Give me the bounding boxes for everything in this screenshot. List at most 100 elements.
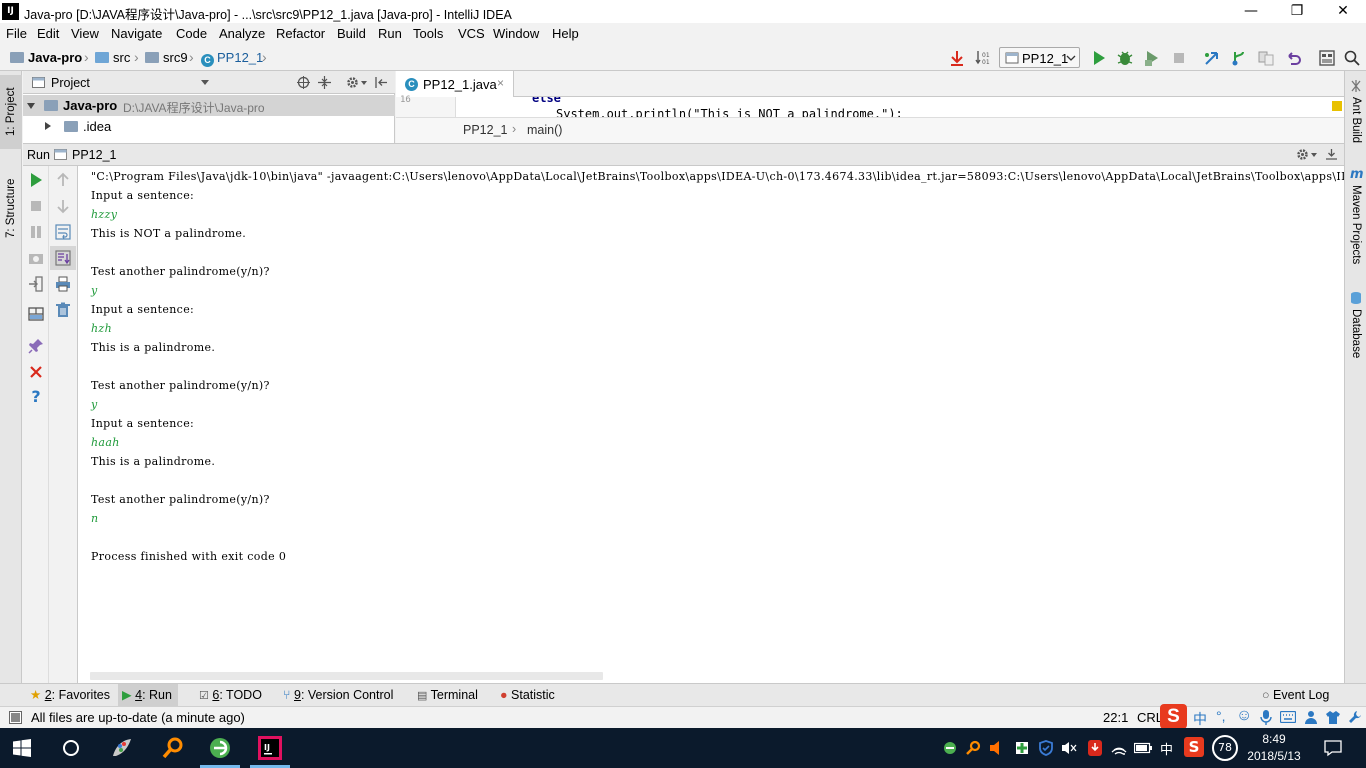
close-icon[interactable] — [28, 364, 44, 380]
vcs-revert-icon[interactable] — [1284, 49, 1302, 67]
warning-marker-icon[interactable] — [1332, 101, 1342, 111]
ime-punctuation-icon[interactable]: °, — [1216, 708, 1226, 724]
tray-battery-percent[interactable]: 78 — [1212, 735, 1238, 761]
code-crumb-class[interactable]: PP12_1 — [463, 123, 507, 137]
menu-help[interactable]: Help — [552, 26, 579, 41]
menu-view[interactable]: View — [71, 26, 99, 41]
paint-app-icon[interactable] — [110, 736, 134, 760]
browser-360-icon[interactable] — [208, 736, 232, 760]
login-icon[interactable] — [28, 276, 44, 292]
tab-maven-projects[interactable]: Maven Projects — [1345, 185, 1366, 275]
breadcrumb-file[interactable]: C PP12_1 — [201, 50, 263, 67]
keyboard-icon[interactable] — [1280, 711, 1296, 723]
close-button[interactable]: ✕ — [1320, 0, 1366, 23]
pause-icon[interactable] — [28, 224, 44, 240]
breadcrumb-src[interactable]: src — [95, 50, 130, 65]
console-output[interactable]: "C:\Program Files\Java\jdk-10\bin\java" … — [78, 166, 1344, 683]
menu-window[interactable]: Window — [493, 26, 539, 41]
help-icon[interactable]: ? — [28, 389, 44, 405]
download-arrow-icon[interactable] — [948, 49, 966, 67]
print-icon[interactable] — [55, 276, 71, 292]
run-panel-config[interactable]: PP12_1 — [72, 148, 116, 162]
stop-icon[interactable] — [28, 198, 44, 214]
tab-database[interactable]: Database — [1345, 309, 1366, 369]
tab-version-control[interactable]: ⑂ 9: Version Control — [279, 684, 399, 707]
locate-icon[interactable] — [297, 76, 310, 89]
vcs-commit-icon[interactable] — [1230, 49, 1248, 67]
menu-navigate[interactable]: Navigate — [111, 26, 162, 41]
collapse-all-icon[interactable] — [318, 76, 331, 89]
minimize-button[interactable]: — — [1228, 0, 1274, 23]
project-structure-icon[interactable] — [1318, 49, 1336, 67]
horizontal-scrollbar[interactable] — [90, 672, 603, 680]
debug-icon[interactable] — [1116, 49, 1134, 67]
emoji-icon[interactable]: ☺ — [1236, 707, 1252, 725]
microphone-icon[interactable] — [1260, 710, 1272, 725]
ime-language[interactable]: 中 — [1193, 709, 1207, 729]
breadcrumb-project[interactable]: Java-pro — [10, 50, 82, 65]
menu-analyze[interactable]: Analyze — [219, 26, 265, 41]
tab-structure[interactable]: 7: Structure — [0, 167, 22, 249]
tab-run[interactable]: ▶ 4: Run — [118, 684, 178, 707]
skin-icon[interactable] — [1326, 710, 1340, 724]
tab-terminal[interactable]: ▤ Terminal — [413, 684, 484, 707]
menu-tools[interactable]: Tools — [413, 26, 443, 41]
tray-ime-language[interactable]: 中 — [1160, 739, 1173, 758]
rerun-icon[interactable] — [28, 172, 44, 188]
maximize-button[interactable]: ❐ — [1274, 0, 1320, 23]
tab-ant-build[interactable]: Ant Build — [1345, 97, 1366, 157]
editor-tab-pp12_1[interactable]: C PP12_1.java × — [396, 71, 514, 97]
chevron-right-icon[interactable] — [45, 122, 51, 130]
tray-360-icon[interactable] — [943, 741, 957, 755]
binary-sort-icon[interactable]: 0101 — [975, 49, 993, 67]
tree-row-root[interactable]: Java-pro D:\JAVA程序设计\Java-pro — [23, 95, 395, 116]
menu-edit[interactable]: Edit — [37, 26, 59, 41]
tray-battery-icon[interactable] — [1134, 742, 1152, 754]
user-icon[interactable] — [1304, 710, 1318, 724]
soft-wrap-icon[interactable] — [55, 224, 71, 240]
system-clock[interactable]: 8:49 2018/5/13 — [1243, 731, 1305, 765]
arrow-down-icon[interactable] — [55, 198, 71, 214]
search-icon[interactable] — [1343, 49, 1361, 67]
cortana-icon[interactable] — [61, 738, 81, 758]
tray-app-red-icon[interactable] — [1087, 739, 1103, 757]
layout-icon[interactable] — [28, 306, 44, 322]
scroll-to-end-icon[interactable] — [55, 250, 71, 266]
tab-event-log[interactable]: ○ Event Log — [1258, 684, 1335, 707]
stop-icon[interactable] — [1170, 49, 1188, 67]
run-config-dropdown[interactable]: PP12_1 — [999, 47, 1080, 68]
cursor-position[interactable]: 22:1 — [1103, 710, 1128, 725]
menu-refactor[interactable]: Refactor — [276, 26, 325, 41]
tray-security-icon[interactable] — [1038, 740, 1054, 756]
pin-icon[interactable] — [28, 338, 44, 354]
menu-file[interactable]: File — [6, 26, 27, 41]
tray-volume-muted-icon[interactable] — [1061, 740, 1077, 756]
menu-vcs[interactable]: VCS — [458, 26, 485, 41]
vcs-compare-icon[interactable] — [1257, 49, 1275, 67]
project-panel-title[interactable]: Project — [51, 76, 90, 90]
trash-icon[interactable] — [55, 302, 71, 318]
run-with-coverage-icon[interactable] — [1143, 49, 1161, 67]
code-crumb-method[interactable]: main() — [527, 123, 562, 137]
chevron-down-icon[interactable] — [361, 81, 367, 85]
camera-icon[interactable] — [28, 250, 44, 266]
chevron-down-icon[interactable] — [1311, 153, 1317, 157]
menu-run[interactable]: Run — [378, 26, 402, 41]
wrench-icon[interactable] — [1348, 710, 1362, 724]
hide-panel-icon[interactable] — [375, 76, 388, 89]
tray-search-icon[interactable] — [966, 740, 982, 756]
tree-row-idea[interactable]: .idea — [23, 116, 395, 137]
windows-start-icon[interactable] — [13, 739, 31, 757]
tray-shield-icon[interactable] — [1014, 740, 1030, 756]
chevron-down-icon[interactable] — [27, 103, 35, 109]
tab-project[interactable]: 1: Project — [0, 75, 22, 149]
tab-statistic[interactable]: ● Statistic — [496, 684, 561, 707]
run-icon[interactable] — [1090, 49, 1108, 67]
menu-code[interactable]: Code — [176, 26, 207, 41]
chevron-down-icon[interactable] — [201, 80, 209, 85]
intellij-app-icon[interactable]: IJ — [258, 736, 282, 760]
minimize-panel-icon[interactable] — [1325, 148, 1338, 161]
search-app-icon[interactable] — [161, 736, 185, 760]
breadcrumb-src9[interactable]: src9 — [145, 50, 188, 65]
notification-center-icon[interactable] — [1324, 739, 1342, 757]
